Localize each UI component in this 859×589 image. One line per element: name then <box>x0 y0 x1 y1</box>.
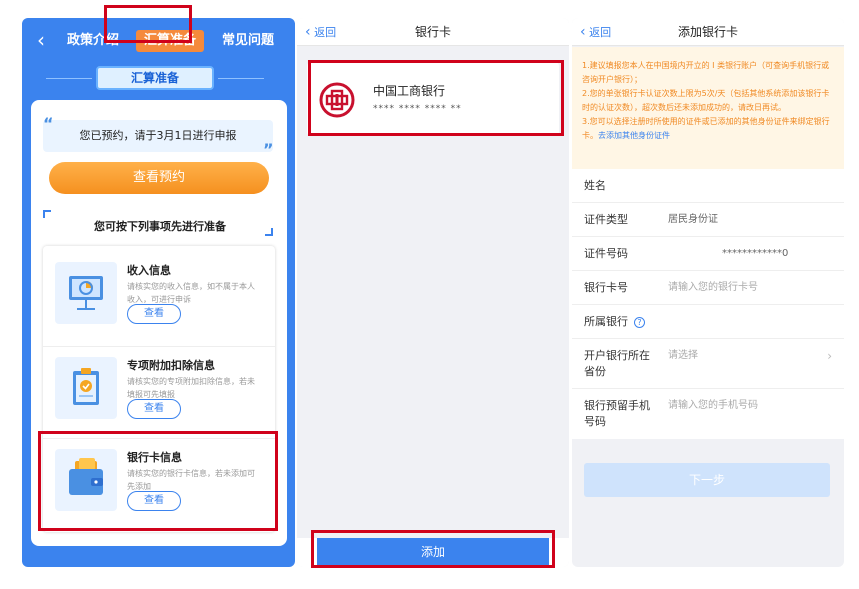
ribbon-divider-left <box>46 78 92 79</box>
row-phone[interactable]: 银行预留手机 号码 请输入您的手机号码 <box>572 389 844 439</box>
id-type-value: 居民身份证 <box>668 214 718 225</box>
list-item-deductions: 专项附加扣除信息 请核实您的专项附加扣除信息，若未填报可先填报 查看 <box>43 346 275 438</box>
row-id-number: 证件号码 ************0 <box>572 237 844 271</box>
phone-label-line-1: 银行预留手机 <box>584 399 650 412</box>
card-number-input[interactable]: 请输入您的银行卡号 <box>668 280 758 296</box>
province-select[interactable]: 请选择 <box>668 348 698 364</box>
ribbon-divider-right <box>218 78 264 79</box>
open-quote-icon: “ <box>43 114 54 133</box>
corner-bracket-icon <box>43 210 51 218</box>
row-bank[interactable]: 所属银行? <box>572 305 844 339</box>
back-chevron-icon[interactable]: ‹ <box>30 29 52 51</box>
tip-2: 2.您的单张银行卡认证次数上限为5次/天（包括其他系统添加该银行卡时的认证次数）… <box>582 89 830 112</box>
row-id-type[interactable]: 证件类型 居民身份证 <box>572 203 844 237</box>
view-income-button[interactable]: 查看 <box>127 304 181 324</box>
province-label: 开户银行所在 省份 <box>584 348 650 380</box>
next-button[interactable]: 下一步 <box>584 463 830 497</box>
phone-input[interactable]: 请输入您的手机号码 <box>668 398 758 414</box>
item-title: 收入信息 <box>127 264 171 277</box>
phone-label: 银行预留手机 号码 <box>584 398 650 430</box>
chevron-right-icon: › <box>827 349 832 363</box>
corner-bracket-icon <box>265 228 273 236</box>
item-desc: 请核实您的专项附加扣除信息，若未填报可先填报 <box>127 377 255 399</box>
highlight-box-bank-item <box>38 431 278 531</box>
province-label-line-2: 省份 <box>584 365 606 378</box>
highlight-box-add-button <box>311 530 555 568</box>
help-icon[interactable]: ? <box>634 316 645 328</box>
id-number-value: ************0 <box>722 248 789 259</box>
row-province[interactable]: 开户银行所在 省份 请选择 › <box>572 339 844 389</box>
add-bank-card-panel: ‹ 返回 添加银行卡 1.建议填报您本人在中国境内开立的 I 类银行账户（可查询… <box>572 18 844 567</box>
tips-box: 1.建议填报您本人在中国境内开立的 I 类银行账户（可查询手机银行或咨询开户银行… <box>572 47 844 169</box>
id-type-label: 证件类型 <box>584 213 628 226</box>
tip-3: 3.您可以选择注册时所使用的证件或已添加的其他身份证件来绑定银行卡。去添加其他身… <box>582 115 834 143</box>
tab-faq[interactable]: 常见问题 <box>218 30 278 52</box>
page-title: 银行卡 <box>414 25 451 39</box>
id-number-label: 证件号码 <box>584 247 628 260</box>
screenshot-stage: ‹ 政策介绍 汇算准备 常见问题 汇算准备 您已预约，请于3月1日进行申报 “ … <box>0 0 859 589</box>
name-label: 姓名 <box>584 179 606 192</box>
row-card-number[interactable]: 银行卡号 请输入您的银行卡号 <box>572 271 844 305</box>
bank-label-text: 所属银行 <box>584 315 628 328</box>
reservation-notice: 您已预约，请于3月1日进行申报 <box>43 120 273 152</box>
page-title: 添加银行卡 <box>677 25 738 39</box>
prep-title: 您可按下列事项先进行准备 <box>94 220 226 233</box>
close-quote-icon: ” <box>263 140 274 159</box>
add-other-id-link[interactable]: 去添加其他身份证件 <box>598 131 670 140</box>
presentation-chart-icon <box>55 262 117 324</box>
list-item-income: 收入信息 请核实您的收入信息，如不属于本人收入，可进行申诉 查看 <box>43 252 275 344</box>
province-label-line-1: 开户银行所在 <box>584 349 650 362</box>
row-name: 姓名 <box>572 169 844 203</box>
highlight-box-tab <box>104 5 192 43</box>
view-reservation-button[interactable]: 查看预约 <box>49 162 269 194</box>
view-deductions-button[interactable]: 查看 <box>127 399 181 419</box>
item-desc: 请核实您的收入信息，如不属于本人收入，可进行申诉 <box>127 282 255 304</box>
section-ribbon: 汇算准备 <box>96 66 214 90</box>
navbar: ‹ 返回 添加银行卡 <box>572 18 844 46</box>
highlight-box-bank-card <box>308 60 564 136</box>
card-number-label: 银行卡号 <box>584 281 628 294</box>
clipboard-check-icon <box>55 357 117 419</box>
navbar: ‹ 返回 银行卡 <box>297 18 569 46</box>
bank-card-form: 姓名 证件类型 居民身份证 证件号码 ************0 银行卡号 请输… <box>572 169 844 439</box>
phone-label-line-2: 号码 <box>584 415 606 428</box>
bank-label: 所属银行? <box>584 314 645 330</box>
tip-1: 1.建议填报您本人在中国境内开立的 I 类银行账户（可查询手机银行或咨询开户银行… <box>582 61 830 84</box>
item-title: 专项附加扣除信息 <box>127 359 215 372</box>
